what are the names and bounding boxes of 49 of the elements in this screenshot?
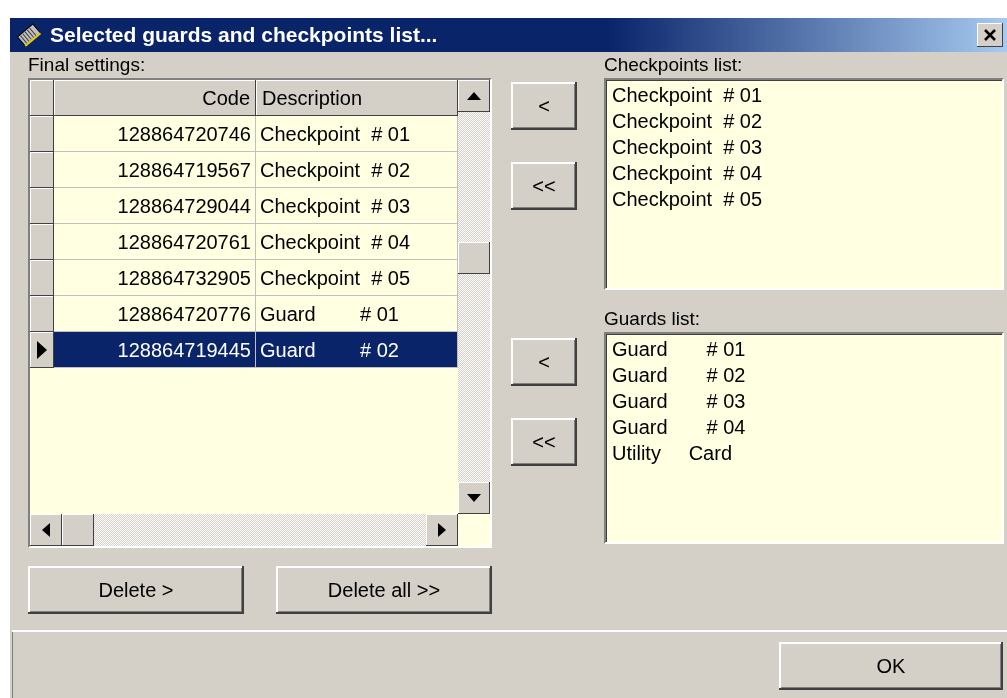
close-button[interactable] bbox=[977, 23, 1003, 47]
list-item[interactable]: Checkpoint # 03 bbox=[612, 134, 996, 160]
delete-button[interactable]: Delete > bbox=[28, 566, 244, 614]
list-item[interactable]: Utility Card bbox=[612, 440, 996, 466]
list-item[interactable]: Checkpoint # 01 bbox=[612, 82, 996, 108]
list-item[interactable]: Guard # 03 bbox=[612, 388, 996, 414]
delete-button[interactable]: Delete all >> bbox=[276, 566, 492, 614]
list-item[interactable]: Checkpoint # 02 bbox=[612, 108, 996, 134]
current-row-pointer-icon bbox=[37, 341, 47, 359]
scroll-up-icon bbox=[467, 92, 481, 100]
move-button[interactable]: << bbox=[511, 162, 577, 210]
move-button[interactable]: < bbox=[511, 338, 577, 386]
list-item[interactable]: Checkpoint # 04 bbox=[612, 160, 996, 186]
scroll-right-icon bbox=[438, 523, 446, 537]
table-cell: 128864719445 bbox=[54, 332, 256, 368]
table-cell: 128864720761 bbox=[54, 224, 256, 260]
scroll-thumb[interactable] bbox=[62, 514, 94, 546]
section-label: Final settings: bbox=[28, 53, 147, 77]
scroll-down-icon bbox=[467, 494, 481, 502]
vertical-scrollbar[interactable] bbox=[458, 80, 490, 514]
scroll-thumb[interactable] bbox=[458, 242, 490, 274]
close-icon bbox=[983, 28, 997, 42]
list-label: Guards list: bbox=[604, 307, 702, 331]
move-button[interactable]: << bbox=[511, 418, 577, 466]
table-cell: 128864732905 bbox=[54, 260, 256, 296]
table-cell: Guard # 02 bbox=[256, 332, 458, 368]
list-item[interactable]: Guard # 02 bbox=[612, 362, 996, 388]
corner-header bbox=[30, 80, 54, 116]
table-cell: 128864720746 bbox=[54, 116, 256, 152]
row-header[interactable] bbox=[30, 188, 54, 224]
list-item[interactable]: Guard # 01 bbox=[612, 336, 996, 362]
list-item[interactable]: Guard # 04 bbox=[612, 414, 996, 440]
horizontal-scrollbar[interactable] bbox=[30, 514, 458, 546]
row-header[interactable] bbox=[30, 152, 54, 188]
row-header[interactable] bbox=[30, 296, 54, 332]
row-header[interactable] bbox=[30, 116, 54, 152]
ok-button[interactable]: OK bbox=[779, 642, 1003, 690]
row-header[interactable] bbox=[30, 332, 54, 368]
list-item[interactable]: Checkpoint # 05 bbox=[612, 186, 996, 212]
move-button[interactable]: < bbox=[511, 82, 577, 130]
table-cell: 128864719567 bbox=[54, 152, 256, 188]
column-header[interactable]: Code bbox=[54, 80, 256, 116]
scroll-left-icon bbox=[42, 523, 50, 537]
row-header[interactable] bbox=[30, 224, 54, 260]
row-header[interactable] bbox=[30, 260, 54, 296]
window-title: Selected guards and checkpoints list... bbox=[50, 23, 439, 47]
table-cell: 128864729044 bbox=[54, 188, 256, 224]
list-label: Checkpoints list: bbox=[604, 53, 744, 77]
column-header[interactable]: Description bbox=[256, 80, 458, 116]
